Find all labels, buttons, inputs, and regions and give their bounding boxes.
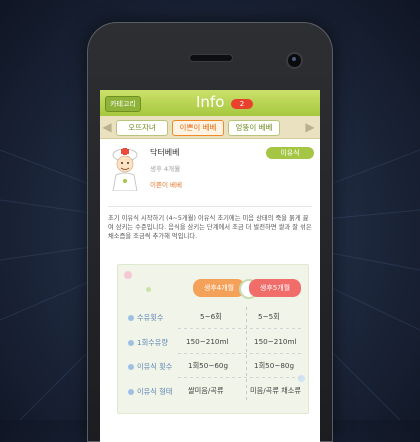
category-button[interactable]: 카테고리 xyxy=(105,96,141,112)
page-title: Info xyxy=(196,93,225,111)
cell: 5~6회 xyxy=(200,312,222,321)
row-divider xyxy=(178,353,302,354)
column-divider xyxy=(246,307,247,403)
chevron-right-icon[interactable]: ▶ xyxy=(305,119,315,135)
app-screen: 카테고리 Info 2 ◀ 오뜨자녀 이쁜이 베베 엉뚱이 베베 ▶ 닥터베베 … xyxy=(100,90,320,442)
column-header-5months: 생후5개월 xyxy=(249,279,301,297)
divider xyxy=(108,206,312,207)
doctor-name: 닥터베베 xyxy=(150,148,180,157)
row-divider xyxy=(178,328,302,329)
doctor-avatar-icon xyxy=(112,148,138,191)
decoration-dot xyxy=(124,271,132,279)
cell: 1회50~60g xyxy=(188,361,229,370)
category-pill[interactable]: 이유식 xyxy=(266,147,314,159)
tab-bar: ◀ 오뜨자녀 이쁜이 베베 엉뚱이 베베 ▶ xyxy=(100,116,320,139)
decoration-dot xyxy=(146,287,151,292)
profile-section: 닥터베베 생후 4개월 이쁜이 베베 이유식 xyxy=(100,139,320,205)
profile-subtitle: 생후 4개월 xyxy=(150,165,181,173)
feeding-table-card: 생후4개월 생후5개월 수유횟수 5~6회 5~5회 1회수유량 150~210… xyxy=(117,264,309,414)
cell: 150~210ml xyxy=(254,337,297,346)
row-label: 1회수유량 xyxy=(128,338,168,348)
top-bar: 카테고리 Info 2 xyxy=(100,90,320,116)
cell: 쌀미음/곡류 xyxy=(188,386,224,395)
camera-icon xyxy=(288,54,301,67)
profile-tag: 이쁜이 베베 xyxy=(150,181,182,189)
row-label: 이유식 횟수 xyxy=(128,362,172,372)
cell: 1회50~80g xyxy=(254,361,295,370)
tab-1[interactable]: 이쁜이 베베 xyxy=(172,120,224,136)
cell: 5~5회 xyxy=(258,312,280,321)
notification-badge[interactable]: 2 xyxy=(231,99,253,109)
row-label: 이유식 형태 xyxy=(128,387,172,397)
cell: 150~210ml xyxy=(186,337,229,346)
speaker-icon xyxy=(190,55,232,61)
column-header-4months: 생후4개월 xyxy=(193,279,245,297)
tab-0[interactable]: 오뜨자녀 xyxy=(116,120,168,136)
row-divider xyxy=(178,377,302,378)
row-label: 수유횟수 xyxy=(128,313,163,323)
article-body: 초기 이유식 시작하기 (4~5개월) 이유식 초기에는 미음 상태의 죽을 묽… xyxy=(108,215,312,240)
tab-2[interactable]: 엉뚱이 베베 xyxy=(228,120,280,136)
cell: 미음/곡류 채소류 xyxy=(250,386,301,395)
phone-frame: 카테고리 Info 2 ◀ 오뜨자녀 이쁜이 베베 엉뚱이 베베 ▶ 닥터베베 … xyxy=(87,22,333,442)
chevron-left-icon[interactable]: ◀ xyxy=(102,119,112,135)
